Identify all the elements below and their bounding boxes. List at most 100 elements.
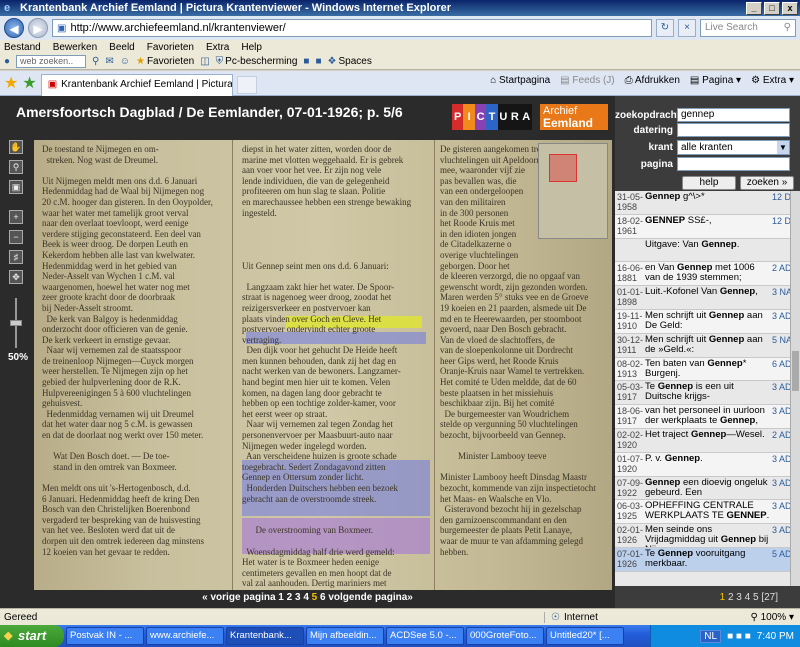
msn-icon[interactable]: ● (4, 56, 10, 67)
next-page-link[interactable]: volgende pagina» (328, 592, 412, 603)
page-thumbnail-navigator[interactable] (538, 143, 608, 239)
zoeken-button[interactable]: zoeken » (740, 176, 794, 190)
scrollbar-thumb[interactable] (792, 351, 799, 391)
security-zone[interactable]: ☉ Internet (544, 611, 664, 623)
page-link-6[interactable]: 6 (320, 592, 326, 603)
menu-favorieten[interactable]: Favorieten (147, 42, 194, 53)
thumbnail-viewport-frame[interactable] (549, 154, 577, 182)
page-link-5-current[interactable]: 5 (312, 592, 318, 603)
task-untitled[interactable]: Untitled20* [... (546, 627, 624, 645)
zoom-slider-handle[interactable] (10, 320, 22, 326)
favorites-star-icon[interactable]: ★ (4, 73, 18, 93)
result-row[interactable]: 16-06-1881 en Van Gennep met 1006 van de … (615, 262, 800, 287)
pagina-button[interactable]: ▤ Pagina ▾ (690, 75, 741, 86)
result-row[interactable]: 07-01-1926 Te Gennep vooruitgang merkbaar… (615, 547, 800, 572)
task-afbeeldingen[interactable]: Mijn afbeeldin... (306, 627, 384, 645)
favorieten-button[interactable]: ★ Favorieten (136, 56, 194, 67)
krant-select[interactable]: alle kranten ▼ (677, 139, 790, 155)
archief-eemland-logo[interactable]: Archief Eemland (540, 104, 608, 130)
zoom-slider[interactable] (10, 298, 22, 348)
toolbar-icon-a[interactable]: ■ (303, 56, 309, 67)
page-link-4[interactable]: 4 (303, 592, 309, 603)
result-row[interactable]: 01-07-1920 P. v. Gennep. 3 ADD (615, 452, 800, 477)
zoom-out-icon[interactable]: − (9, 230, 23, 244)
result-row[interactable]: 01-01-1898 Luit.-Kofonel Van Gennep, 3 NAC (615, 286, 800, 310)
newspaper-scan[interactable]: De toestand te Nijmegen en om- streken. … (34, 140, 612, 590)
messenger-icon[interactable]: ☺ (120, 56, 130, 67)
results-page-1[interactable]: 1 (720, 592, 726, 603)
result-row[interactable]: 18-02-1961 GENNEP SS£-, 12 DVA (615, 214, 800, 239)
maximize-button[interactable]: □ (764, 1, 780, 15)
zoom-in-icon[interactable]: + (9, 210, 23, 224)
address-input[interactable]: ▣ http://www.archiefeemland.nl/krantenvi… (52, 19, 652, 37)
start-button[interactable]: start (0, 625, 64, 647)
move-icon[interactable]: ✥ (9, 270, 23, 284)
task-postvak[interactable]: Postvak IN - ... (66, 627, 144, 645)
pc-bescherming-button[interactable]: ⛨ Pc-bescherming (216, 56, 298, 67)
menu-help[interactable]: Help (241, 42, 262, 53)
stop-icon[interactable]: × (678, 19, 696, 37)
zoekopdracht-input[interactable]: gennep (677, 108, 790, 122)
menu-bewerken[interactable]: Bewerken (53, 42, 97, 53)
search-go-icon[interactable]: ⚲ (92, 56, 99, 67)
result-row[interactable]: 02-01-1926 Men seinde ons Vrijdagmiddag u… (615, 524, 800, 548)
result-row[interactable]: 05-03-1917 Te Gennep is een uit Duitsche … (615, 381, 800, 406)
datering-input[interactable] (677, 123, 790, 137)
web-search-input[interactable]: web zoeken.. (16, 55, 87, 68)
page-link-3[interactable]: 3 (295, 592, 301, 603)
results-page-2[interactable]: 2 (728, 592, 734, 603)
task-grotefoto[interactable]: 000GroteFoto... (466, 627, 544, 645)
live-search-input[interactable]: Live Search ⚲ (700, 19, 796, 37)
afdrukken-button[interactable]: ⎙ Afdrukken (625, 75, 680, 86)
results-page-more[interactable]: [27] (761, 592, 778, 603)
results-scrollbar[interactable] (790, 191, 800, 586)
task-krantenbank[interactable]: Krantenbank... (226, 627, 304, 645)
result-row[interactable]: 08-02-1913 Ten baten van Gennep* Burgenj.… (615, 357, 800, 382)
results-page-5[interactable]: 5 (753, 592, 759, 603)
language-indicator[interactable]: NL (700, 629, 722, 643)
close-button[interactable]: x (782, 1, 798, 15)
spaces-button[interactable]: ❖ Spaces (328, 56, 372, 67)
tab-krantenbank[interactable]: ▣ Krantenbank Archief Eemland | Pictura … (40, 73, 233, 96)
pan-hand-icon[interactable]: ✋ (9, 140, 23, 154)
result-row[interactable]: 18-06-1917 van het personeel in uurloon d… (615, 405, 800, 429)
task-archiefeemland[interactable]: www.archiefe... (146, 627, 224, 645)
menu-bestand[interactable]: Bestand (4, 42, 41, 53)
results-page-3[interactable]: 3 (736, 592, 742, 603)
task-acdsee[interactable]: ACDSee 5.0 -... (386, 627, 464, 645)
result-row[interactable]: 02-02-1920 Het traject Gennep—Wesel. 2 ADD (615, 429, 800, 453)
refresh-icon[interactable]: ↻ (656, 19, 674, 37)
tray-icons[interactable]: ■ ■ ■ (727, 631, 751, 642)
startpagina-button[interactable]: ⌂ Startpagina (490, 75, 550, 86)
back-button[interactable]: ◀ (4, 18, 24, 38)
result-row[interactable]: 06-03-1925 OPHEFFING CENTRALE WERKPLAATS … (615, 500, 800, 525)
page-link-2[interactable]: 2 (287, 592, 293, 603)
zoom-area-icon[interactable]: ⚲ (9, 160, 23, 174)
result-row[interactable]: 31-05-1958 Gennep g^\>* 12 DVA (615, 191, 800, 215)
minimize-button[interactable]: _ (746, 1, 762, 15)
zoom-control[interactable]: ⚲ 100% ▾ (664, 612, 800, 623)
mail-icon[interactable]: ✉ (105, 56, 113, 67)
result-row[interactable]: 07-09-1922 Gennep een dioevig ongeluk geb… (615, 477, 800, 501)
pagina-input[interactable] (677, 157, 790, 171)
menu-beeld[interactable]: Beeld (109, 42, 135, 53)
results-page-4[interactable]: 4 (745, 592, 751, 603)
result-row[interactable]: 19-11-1910 Men schrijft uit Gennep aan De… (615, 309, 800, 334)
forward-button[interactable]: ▶ (28, 18, 48, 38)
pictura-logo[interactable]: P I C T U R A (452, 104, 532, 130)
add-favorite-icon[interactable]: ★ (22, 73, 36, 93)
extra-button[interactable]: ⚙ Extra ▾ (751, 75, 794, 86)
result-row[interactable]: 30-12-1911 Men schrijft uit Gennep aan de… (615, 334, 800, 358)
menu-extra[interactable]: Extra (206, 42, 229, 53)
new-tab-button[interactable] (236, 75, 257, 94)
search-icon[interactable]: ⚲ (784, 22, 791, 34)
feeds-button[interactable]: ▤ Feeds (J) (560, 75, 614, 86)
basket-icon[interactable]: ♯ (9, 250, 23, 264)
result-row[interactable]: Uitgave: Van Gennep. (615, 239, 800, 263)
page-link-1[interactable]: 1 (278, 592, 284, 603)
prev-page-link[interactable]: « vorige pagina (202, 592, 275, 603)
help-button[interactable]: help (682, 176, 736, 190)
popup-blocker-icon[interactable]: ◫ (200, 56, 209, 67)
fit-page-icon[interactable]: ▣ (9, 180, 23, 194)
toolbar-icon-b[interactable]: ■ (315, 56, 321, 67)
